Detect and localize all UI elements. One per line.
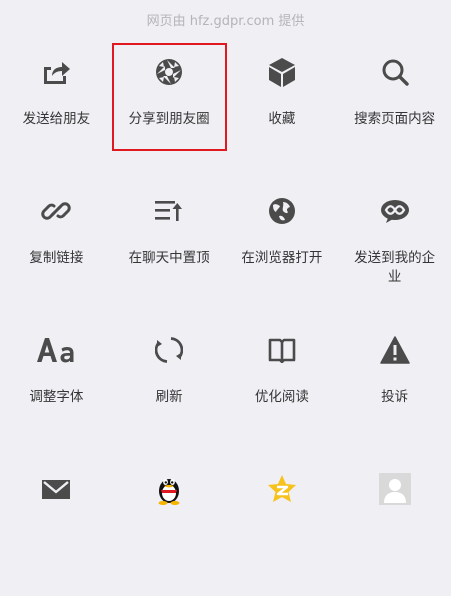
send-mail-button[interactable] [0, 457, 113, 596]
warning-icon [365, 320, 425, 380]
moments-aperture-icon [139, 42, 199, 102]
action-label: 调整字体 [29, 389, 84, 405]
adjust-font-button[interactable]: 调整字体 [0, 318, 113, 457]
refresh-icon [139, 320, 199, 380]
action-row-1: 发送给朋友 分享到朋友圈 收藏 搜索页面内容 [0, 40, 451, 179]
refresh-button[interactable]: 刷新 [113, 318, 226, 457]
action-row-3: 调整字体 刷新 优化阅读 投诉 [0, 318, 451, 457]
send-to-enterprise-button[interactable]: 发送到我的企业 [338, 179, 451, 318]
action-label: 发送给朋友 [22, 111, 91, 127]
share-action-grid: 发送给朋友 分享到朋友圈 收藏 搜索页面内容 复制链接 在聊天中置顶 在浏览器打… [0, 40, 451, 596]
mail-icon [26, 459, 86, 519]
cube-icon [252, 42, 312, 102]
report-button[interactable]: 投诉 [338, 318, 451, 457]
action-label: 在浏览器打开 [241, 250, 323, 266]
action-label: 优化阅读 [254, 389, 309, 405]
action-row-2: 复制链接 在聊天中置顶 在浏览器打开 发送到我的企业 [0, 179, 451, 318]
copy-link-button[interactable]: 复制链接 [0, 179, 113, 318]
action-label: 在聊天中置顶 [128, 250, 210, 266]
globe-icon [252, 181, 312, 241]
pin-to-top-icon [139, 181, 199, 241]
share-to-qq-button[interactable] [113, 457, 226, 596]
open-in-browser-button[interactable]: 在浏览器打开 [226, 179, 339, 318]
send-to-friend-button[interactable]: 发送给朋友 [0, 40, 113, 179]
link-icon [26, 181, 86, 241]
send-to-contact-button[interactable] [338, 457, 451, 596]
action-label: 刷新 [155, 389, 183, 405]
action-label: 搜索页面内容 [354, 111, 436, 127]
font-size-icon [26, 320, 86, 380]
book-icon [252, 320, 312, 380]
action-label: 分享到朋友圈 [128, 111, 210, 127]
share-arrow-icon [26, 42, 86, 102]
page-source-notice: 网页由 hfz.gdpr.com 提供 [146, 14, 305, 29]
share-to-qzone-button[interactable] [226, 457, 339, 596]
share-to-moments-button[interactable]: 分享到朋友圈 [113, 40, 226, 179]
action-label: 投诉 [381, 389, 409, 405]
action-label: 收藏 [268, 111, 296, 127]
qq-penguin-icon [139, 459, 199, 519]
optimize-reading-button[interactable]: 优化阅读 [226, 318, 339, 457]
action-label: 复制链接 [29, 250, 84, 266]
wework-icon [365, 181, 425, 241]
contact-avatar-icon [365, 459, 425, 519]
qzone-star-icon [252, 459, 312, 519]
search-page-button[interactable]: 搜索页面内容 [338, 40, 451, 179]
favorite-button[interactable]: 收藏 [226, 40, 339, 179]
pin-in-chat-button[interactable]: 在聊天中置顶 [113, 179, 226, 318]
action-row-4 [0, 457, 451, 596]
action-label: 发送到我的企业 [354, 250, 436, 285]
search-icon [365, 42, 425, 102]
